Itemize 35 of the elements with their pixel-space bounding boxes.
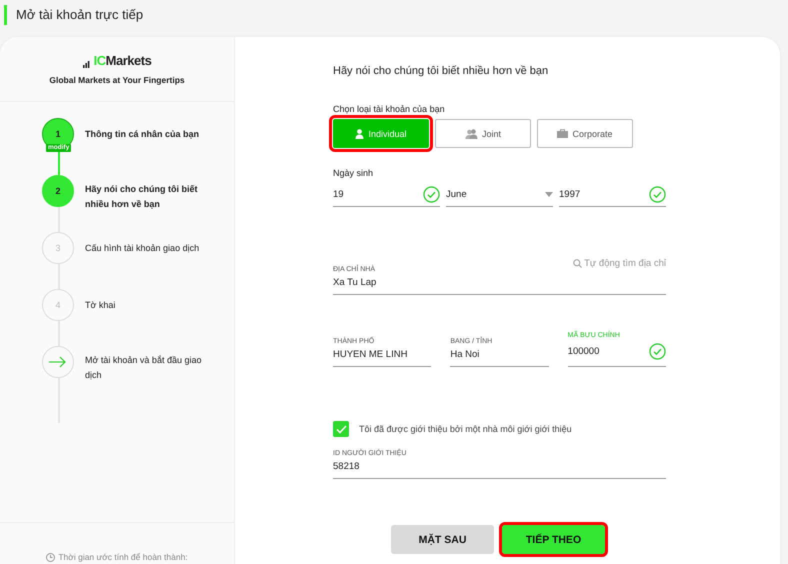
back-button[interactable]: MẶT SAU <box>391 525 494 554</box>
date-field[interactable]: 19 <box>333 183 440 207</box>
page-title: Mở tài khoản trực tiếp <box>4 5 144 25</box>
referral-label: Tôi đã được giới thiệu bởi một nhà môi giới giới thiệu <box>359 424 572 434</box>
valid-check-icon <box>648 343 666 360</box>
step-label: Tờ khai <box>85 299 116 312</box>
step-label: Hãy nói cho chúng tôi biết nhiều hơn về bạn <box>85 183 198 211</box>
clock-icon <box>46 552 56 562</box>
birth-date-label: Ngày sinh <box>333 168 374 178</box>
account-type-button[interactable]: Joint <box>435 119 531 148</box>
arrow-right-icon <box>49 356 67 368</box>
next-button[interactable]: TIẾP THEO <box>502 525 605 554</box>
step-number: 3 <box>42 232 74 264</box>
referral-checkbox[interactable] <box>333 421 349 437</box>
form-heading: Hãy nói cho chúng tôi biết nhiều hơn về bạn <box>333 65 550 77</box>
briefcase-icon <box>557 129 568 138</box>
account-type-label: Chọn loại tài khoản của bạn <box>333 104 446 114</box>
step-label: Thông tin cá nhân của bạn <box>85 128 200 141</box>
step-label: Cấu hình tài khoản giao dịch <box>85 242 200 255</box>
brand-tagline: Global Markets at Your Fingertips <box>49 75 185 85</box>
dropdown-caret-icon <box>545 192 553 197</box>
search-icon <box>573 259 582 268</box>
step-label: Mở tài khoản và bắt đầu giao dịch <box>85 354 202 382</box>
people-icon <box>464 128 478 138</box>
estimate-text: Thời gian ước tính để hoàn thành: <box>58 552 188 562</box>
valid-check-icon <box>649 186 666 203</box>
step-number: 2 <box>42 175 74 207</box>
brand-logo: ICMarkets <box>82 53 152 68</box>
account-type-button[interactable]: Corporate <box>537 119 633 148</box>
date-field[interactable]: 1997 <box>559 183 666 207</box>
valid-check-icon <box>423 186 440 203</box>
person-icon <box>355 128 364 138</box>
month-select[interactable]: June <box>446 183 553 207</box>
checkmark-icon <box>336 424 346 434</box>
step-number: 4 <box>42 289 74 321</box>
